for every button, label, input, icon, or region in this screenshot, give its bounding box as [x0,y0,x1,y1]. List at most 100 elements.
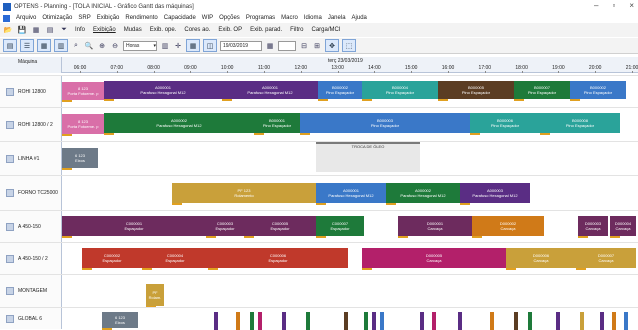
zoom-out-icon[interactable]: ⊖ [110,41,120,51]
task-bar[interactable]: D000002 Carcaça [472,216,544,236]
columns-icon[interactable]: ▥ [160,41,170,51]
task-bar[interactable]: C000006 Espaçador [208,248,348,268]
menu-rendimento[interactable]: Rendimento [125,15,157,21]
machine-label[interactable]: A 450-150 [0,211,62,242]
task-bar[interactable]: 8 123 Porta Fotoeme. p [62,114,104,134]
task-sliver[interactable] [364,312,368,330]
menu-capacidade[interactable]: Capacidade [164,15,196,21]
zoom-fit-icon[interactable]: ⌕ [71,41,81,51]
layout-icon[interactable]: ⊞ [312,41,322,51]
menu-otimizacao[interactable]: Otimização [42,15,72,21]
task-sliver[interactable] [236,312,240,330]
task-bar[interactable]: C000003 Espaçador [206,216,244,236]
task-bar[interactable]: B000001 Pino Espaçador [254,113,300,133]
task-bar[interactable]: 6 123 Eixos [102,312,138,328]
task-bar[interactable]: C000001 Espaçador [62,216,206,236]
task-bar[interactable]: PF 123 Rolamento [172,183,316,203]
task-bar[interactable]: B000002 Pino Espaçador [318,81,362,99]
tab-exib-parad[interactable]: Exib. parad. [248,27,284,33]
tab-filtro[interactable]: Filtro [288,27,305,33]
task-bar[interactable]: B000004 Pino Espaçador [362,81,438,99]
task-bar[interactable]: A000002 Parafuso Hexagonal M12 [386,183,460,203]
split-view-button[interactable]: ◫ [203,39,217,52]
menu-srp[interactable]: SRP [78,15,90,21]
task-sliver[interactable] [306,312,310,330]
tab-exibicao[interactable]: Exibição [91,27,118,33]
task-bar[interactable]: B000008 Pino Espaçador [540,113,620,133]
machine-label[interactable]: ROHI 12800 / 2 [0,108,62,141]
list-view-button[interactable]: ☰ [20,39,34,52]
menu-opcoes[interactable]: Opções [219,15,240,21]
zoom-in-icon[interactable]: ⊕ [97,41,107,51]
task-bar[interactable]: D000005 Carcaça [362,248,506,268]
date-field[interactable]: 19/03/2019 [220,40,262,51]
task-bar[interactable]: 6 123 Eixos [62,148,98,168]
task-bar[interactable]: C000007 Espaçador [316,216,364,236]
move-button[interactable]: ✥ [325,39,339,52]
menu-idioma[interactable]: Idioma [304,15,322,21]
task-sliver[interactable] [556,312,560,330]
task-bar[interactable]: A000002 Parafuso Hexagonal M12 [104,113,254,133]
task-bar[interactable]: B000003 Pino Espaçador [300,113,470,133]
task-sliver[interactable] [250,312,254,330]
crosshair-icon[interactable]: ✛ [173,41,183,51]
close-button[interactable]: × [629,1,634,10]
task-sliver[interactable] [282,312,286,330]
minimize-button[interactable]: – [594,1,598,10]
minus-icon[interactable]: ⊟ [299,41,309,51]
filter-icon[interactable]: ⏷ [59,25,69,35]
task-bar[interactable]: PF Rolam. [146,284,164,306]
task-bar[interactable]: C000005 Espaçador [244,216,316,236]
task-sliver[interactable] [624,312,628,330]
task-bar[interactable]: A000001 Parafuso Hexagonal M12 [222,81,318,99]
grid-view-button[interactable]: ▦ [37,39,51,52]
task-sliver[interactable] [214,312,218,330]
maintenance-block[interactable]: TROCA DE ÓLEO [316,142,420,172]
task-bar[interactable]: D000004 Carcaça [610,216,636,236]
tab-carga-mci[interactable]: Carga/MCI [309,27,342,33]
menu-programas[interactable]: Programas [246,15,275,21]
machine-view-button[interactable]: ▦ [186,39,200,52]
machine-label[interactable]: ROHI 12800 [0,76,62,107]
task-bar[interactable]: D000003 Carcaça [578,216,608,236]
task-sliver[interactable] [528,312,532,330]
task-bar[interactable]: D000001 Carcaça [398,216,472,236]
tab-mudas[interactable]: Mudas [122,27,144,33]
task-bar[interactable]: D000007 Carcaça [576,248,636,268]
task-sliver[interactable] [420,312,424,330]
zoom-level-select[interactable]: Horas ▾ [123,40,157,51]
task-sliver[interactable] [372,312,376,330]
calendar-icon[interactable]: ▤ [45,25,55,35]
task-sliver[interactable] [458,312,462,330]
task-sliver[interactable] [600,312,604,330]
task-bar[interactable]: 8 123 Porta Fotoeme. p [62,82,104,100]
task-sliver[interactable] [612,312,616,330]
small-field[interactable] [278,40,296,51]
task-bar[interactable]: A000001 Parafuso Hexagonal M12 [104,81,222,99]
task-sliver[interactable] [380,312,384,330]
task-sliver[interactable] [580,312,584,330]
menu-arquivo[interactable]: Arquivo [16,15,36,21]
task-bar[interactable]: A000003 Parafuso Hexagonal M12 [460,183,530,203]
menu-wip[interactable]: WIP [202,15,213,21]
menu-macro[interactable]: Macro [281,15,298,21]
machine-label[interactable]: FORNO TC25000 [0,176,62,210]
task-sliver[interactable] [432,312,436,330]
task-bar[interactable]: B000006 Pino Espaçador [470,113,540,133]
tab-exib-ope[interactable]: Exib. ope. [148,27,179,33]
open-folder-icon[interactable]: 📂 [3,25,13,35]
machine-label[interactable]: A 450-150 / 2 [0,243,62,274]
zoom-icon[interactable]: 🔍 [84,41,94,51]
tab-info[interactable]: Info [73,27,87,33]
machine-label[interactable]: MONTAGEM [0,275,62,307]
task-bar[interactable]: C000004 Espaçador [142,248,208,268]
tab-exib-op[interactable]: Exib. OP [216,27,244,33]
task-sliver[interactable] [344,312,348,330]
table-icon[interactable]: ▦ [31,25,41,35]
task-bar[interactable]: A000001 Parafuso Hexagonal M12 [316,183,386,203]
task-sliver[interactable] [490,312,494,330]
gantt-view-button[interactable]: ▤ [3,39,17,52]
task-bar[interactable]: B000005 Pino Espaçador [438,81,514,99]
task-sliver[interactable] [514,312,518,330]
machine-label[interactable]: LINHA #1 [0,142,62,175]
